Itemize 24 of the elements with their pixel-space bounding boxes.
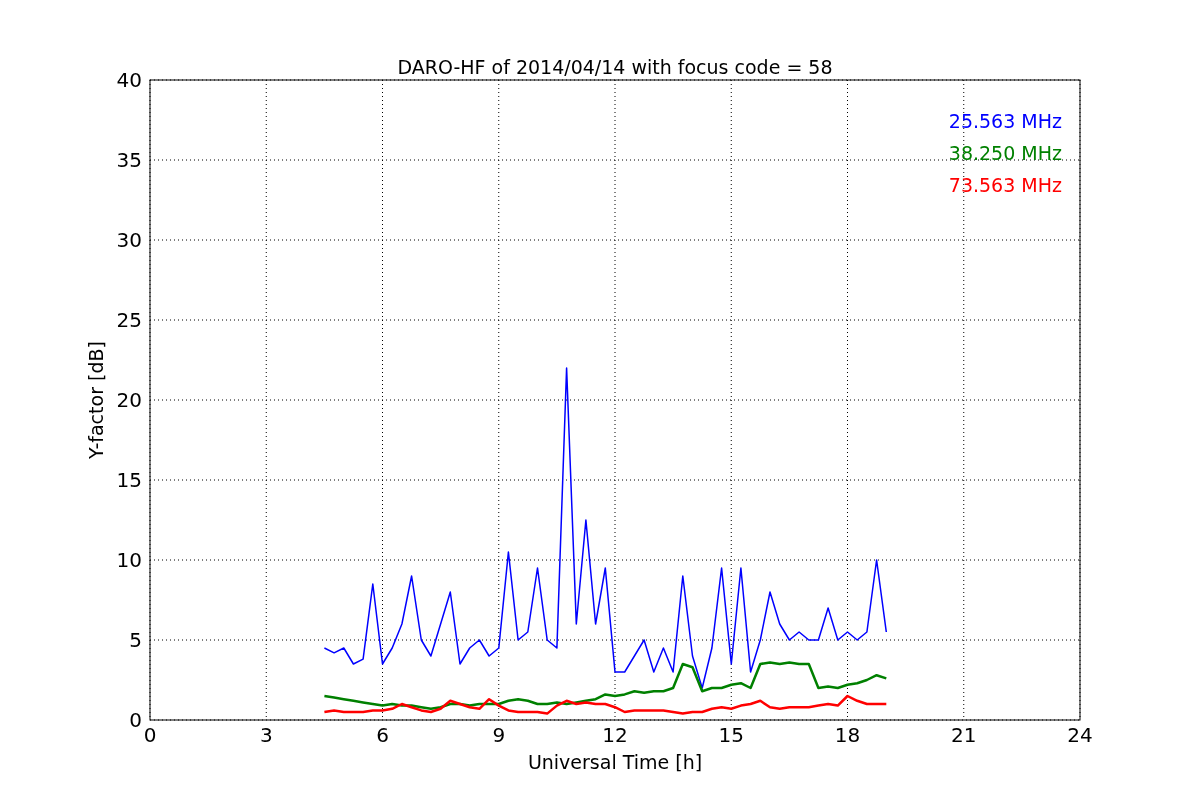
y-tick-label: 0 (129, 708, 142, 732)
x-tick-label: 24 (1067, 723, 1093, 747)
legend-label: 73.563 MHz (948, 174, 1062, 196)
x-tick-label: 18 (834, 723, 861, 747)
y-tick-label: 15 (116, 468, 142, 492)
legend-label: 25.563 MHz (948, 110, 1062, 132)
y-tick-label: 25 (116, 308, 142, 332)
y-tick-label: 40 (116, 68, 142, 92)
y-tick-label: 5 (129, 628, 142, 652)
x-tick-label: 3 (259, 723, 273, 747)
x-axis-label: Universal Time [h] (527, 751, 703, 773)
x-tick-label: 9 (492, 723, 506, 747)
y-tick-label: 10 (116, 548, 142, 572)
x-tick-label: 6 (376, 723, 389, 747)
y-tick-label: 35 (116, 148, 142, 172)
x-tick-label: 21 (951, 723, 977, 747)
legend-label: 38.250 MHz (948, 142, 1062, 164)
x-tick-label: 12 (602, 723, 628, 747)
x-tick-label: 15 (718, 723, 744, 747)
y-axis-label: Y-factor [dB] (85, 341, 107, 459)
x-tick-label: 0 (143, 723, 157, 747)
y-tick-label: 30 (116, 228, 142, 252)
y-tick-label: 20 (116, 388, 142, 412)
chart-title: DARO-HF of 2014/04/14 with focus code = 58 (397, 56, 833, 78)
